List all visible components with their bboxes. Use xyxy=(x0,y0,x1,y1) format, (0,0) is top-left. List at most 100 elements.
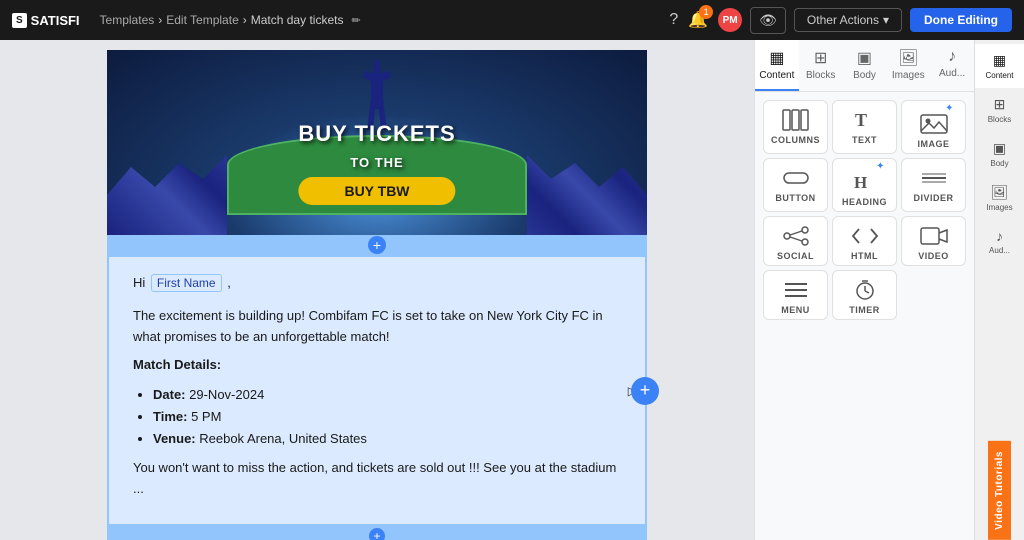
content-item-timer[interactable]: TIMER xyxy=(832,270,897,320)
match-date-value: 29-Nov-2024 xyxy=(189,387,264,402)
match-venue-label: Venue: xyxy=(153,431,196,446)
content-item-menu[interactable]: MENU xyxy=(763,270,828,320)
breadcrumb-templates[interactable]: Templates xyxy=(100,13,155,27)
heading-icon: H xyxy=(851,171,879,193)
content-grid: COLUMNS T TEXT ✦ xyxy=(763,100,966,320)
timer-icon xyxy=(851,279,879,301)
avatar[interactable]: PM xyxy=(718,8,742,32)
body-tab-label: Body xyxy=(853,70,876,81)
tab-audio[interactable]: ♪ Aud... xyxy=(930,40,974,91)
body-text-2: You won't want to miss the action, and t… xyxy=(133,458,621,500)
add-row-plus-icon[interactable]: + xyxy=(368,236,386,254)
topbar-icons: ? 🔔 1 PM xyxy=(669,8,742,32)
other-actions-button[interactable]: Other Actions ▾ xyxy=(794,8,902,32)
content-item-text[interactable]: T TEXT xyxy=(832,100,897,154)
notif-count: 1 xyxy=(699,5,713,19)
content-tab-label: Content xyxy=(759,70,794,81)
video-tutorials-button[interactable]: Video Tutorials xyxy=(988,441,1011,540)
social-icon xyxy=(782,225,810,247)
email-container: BUY TICKETS TO THE BUY TBW + Hi First Na… xyxy=(107,50,647,540)
rpanel-blocks-icon: ⊞ xyxy=(994,96,1006,113)
topbar-right: ? 🔔 1 PM 👁 Other Actions ▾ Done Editing xyxy=(669,7,1012,34)
help-icon[interactable]: ? xyxy=(669,11,678,29)
content-item-heading[interactable]: ✦ H HEADING xyxy=(832,158,897,212)
edit-title-icon[interactable]: ✏ xyxy=(351,14,360,27)
add-row-plus-middle-icon[interactable]: + xyxy=(369,528,385,540)
rpanel-audio-label: Aud... xyxy=(989,246,1010,255)
topbar-left: S SATISFI Templates › Edit Template › Ma… xyxy=(12,13,361,28)
hero-image: BUY TICKETS TO THE BUY TBW xyxy=(107,50,647,235)
rpanel-tab-body[interactable]: ▣ Body xyxy=(975,132,1024,176)
sidebar-content: COLUMNS T TEXT ✦ xyxy=(755,92,974,540)
menu-icon xyxy=(782,279,810,301)
html-label: HTML xyxy=(851,251,878,261)
breadcrumb-arrow1: › xyxy=(158,13,162,27)
content-item-social[interactable]: SOCIAL xyxy=(763,216,828,266)
other-actions-label: Other Actions xyxy=(807,13,879,27)
match-date-label: Date: xyxy=(153,387,186,402)
buy-tbw-button[interactable]: BUY TBW xyxy=(298,177,455,205)
content-item-columns[interactable]: COLUMNS xyxy=(763,100,828,154)
first-name-tag[interactable]: First Name xyxy=(151,274,222,292)
image-corner-icon: ✦ xyxy=(945,103,953,114)
audio-tab-label: Aud... xyxy=(939,68,965,79)
rpanel-tab-audio[interactable]: ♪ Aud... xyxy=(975,220,1024,263)
match-venue-value: Reebok Arena, United States xyxy=(199,431,367,446)
text-content-block[interactable]: Hi First Name , The excitement is buildi… xyxy=(107,255,647,526)
audio-tab-icon: ♪ xyxy=(948,48,956,66)
hero-text: BUY TICKETS TO THE BUY TBW xyxy=(298,121,455,205)
content-tab-icon: ▦ xyxy=(769,48,784,68)
content-item-image[interactable]: ✦ IMAGE xyxy=(901,100,966,154)
add-row-bar-middle[interactable]: + xyxy=(107,526,647,540)
breadcrumb-current: Match day tickets xyxy=(251,13,344,27)
greeting-text: Hi First Name , xyxy=(133,273,621,294)
columns-label: COLUMNS xyxy=(771,135,820,145)
match-details-list: Date: 29-Nov-2024 Time: 5 PM Venue: Reeb… xyxy=(133,384,621,450)
breadcrumb: Templates › Edit Template › Match day ti… xyxy=(100,13,361,27)
video-icon xyxy=(920,225,948,247)
match-date-item: Date: 29-Nov-2024 xyxy=(153,384,621,406)
rpanel-content-label: Content xyxy=(985,71,1013,80)
tab-images[interactable]: 🖼 Images xyxy=(886,40,930,91)
timer-label: TIMER xyxy=(849,305,880,315)
match-time-value: 5 PM xyxy=(191,409,221,424)
rpanel-body-label: Body xyxy=(990,159,1008,168)
logo-icon: S xyxy=(12,13,27,28)
rpanel-images-icon: 🖼 xyxy=(991,184,1009,201)
notification-badge[interactable]: 🔔 1 xyxy=(688,10,708,30)
blocks-tab-icon: ⊞ xyxy=(814,48,827,68)
images-tab-label: Images xyxy=(892,70,925,81)
chevron-down-icon: ▾ xyxy=(883,13,889,27)
sidebar-tabs: ▦ Content ⊞ Blocks ▣ Body 🖼 Images ♪ Aud… xyxy=(755,40,974,92)
add-element-button[interactable]: + xyxy=(631,377,659,405)
right-sidebar: ▦ Content ⊞ Blocks ▣ Body 🖼 Images ♪ Aud… xyxy=(754,40,974,540)
heading-label: HEADING xyxy=(842,197,887,207)
rpanel-images-label: Images xyxy=(986,203,1012,212)
tab-blocks[interactable]: ⊞ Blocks xyxy=(799,40,843,91)
content-item-button[interactable]: BUTTON xyxy=(763,158,828,212)
svg-text:H: H xyxy=(854,173,867,192)
match-time-item: Time: 5 PM xyxy=(153,406,621,428)
content-item-divider[interactable]: DIVIDER xyxy=(901,158,966,212)
rpanel-tab-content[interactable]: ▦ Content xyxy=(975,44,1024,88)
right-panel-tabs: ▦ Content ⊞ Blocks ▣ Body 🖼 Images ♪ Aud… xyxy=(974,40,1024,540)
body-text-1: The excitement is building up! Combifam … xyxy=(133,306,621,348)
body-tab-icon: ▣ xyxy=(857,48,872,68)
social-label: SOCIAL xyxy=(777,251,814,261)
divider-label: DIVIDER xyxy=(913,193,953,203)
svg-text:T: T xyxy=(855,110,867,130)
tab-content[interactable]: ▦ Content xyxy=(755,40,799,91)
preview-button[interactable]: 👁 xyxy=(750,7,786,34)
content-item-html[interactable]: HTML xyxy=(832,216,897,266)
rpanel-tab-blocks[interactable]: ⊞ Blocks xyxy=(975,88,1024,132)
content-item-video[interactable]: VIDEO xyxy=(901,216,966,266)
canvas-area: BUY TICKETS TO THE BUY TBW + Hi First Na… xyxy=(0,40,754,540)
rpanel-audio-icon: ♪ xyxy=(996,228,1003,244)
rpanel-tab-images[interactable]: 🖼 Images xyxy=(975,176,1024,220)
logo-text: SATISFI xyxy=(31,13,80,28)
breadcrumb-edit-template[interactable]: Edit Template xyxy=(166,13,239,27)
tab-body[interactable]: ▣ Body xyxy=(843,40,887,91)
add-row-bar-top[interactable]: + xyxy=(107,235,647,255)
menu-label: MENU xyxy=(781,305,810,315)
done-editing-button[interactable]: Done Editing xyxy=(910,8,1012,32)
